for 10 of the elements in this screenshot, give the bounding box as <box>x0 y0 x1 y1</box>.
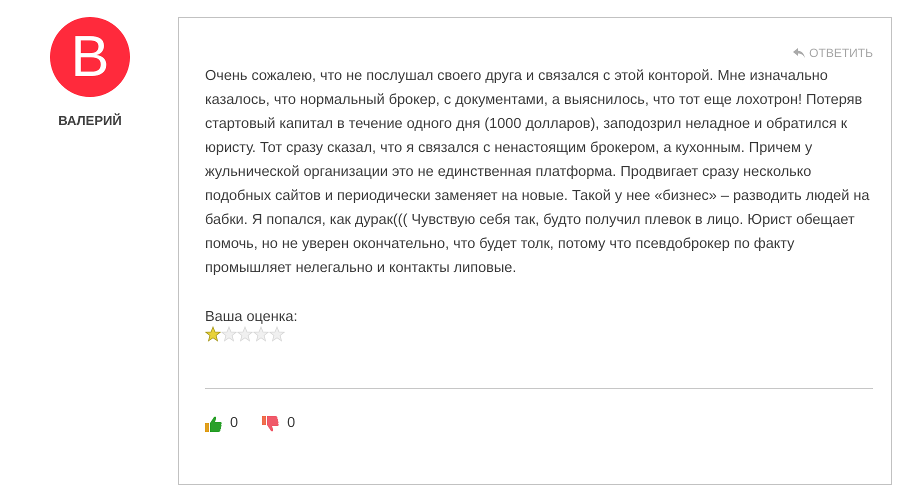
thumbs-up-icon <box>205 416 222 432</box>
thumbs-down-icon <box>262 416 280 432</box>
author-name: ВАЛЕРИЙ <box>58 112 122 130</box>
like-button[interactable]: 0 <box>205 413 238 435</box>
star-rating[interactable] <box>205 326 285 342</box>
reply-icon <box>793 48 806 58</box>
rating-label: Ваша оценка: <box>205 308 298 326</box>
comment-text: Очень сожалею, что не послушал своего друга и связался с этой конторой. Мне изначально казалось, что нормальный брокер, с документами, а выяснилось, что тот еще лохотрон! Потеряв стартовый капитал в течение одного дня (1000 долларов), заподозрил неладное и обратился к юристу. Тот сразу сказал, что я связался с ненастоящим брокером, а кухонным. Причем у жульнической организации это не единственная платформа. Продвигает сразу несколько подобных сайтов и периодически заменяет на новые. Такой у нее «бизнес» – разводить людей на бабки. Я попался, как дурак((( Чувствую себя так, будто получил плевок в лицо. Юрист обещает помочь, но не уверен окончательно, что будет толк, потому что псевдоброкер по факту промышляет нелегально и контакты липовые. <box>205 67 870 278</box>
avatar: В <box>50 17 130 97</box>
dislike-button[interactable]: 0 <box>262 413 296 435</box>
